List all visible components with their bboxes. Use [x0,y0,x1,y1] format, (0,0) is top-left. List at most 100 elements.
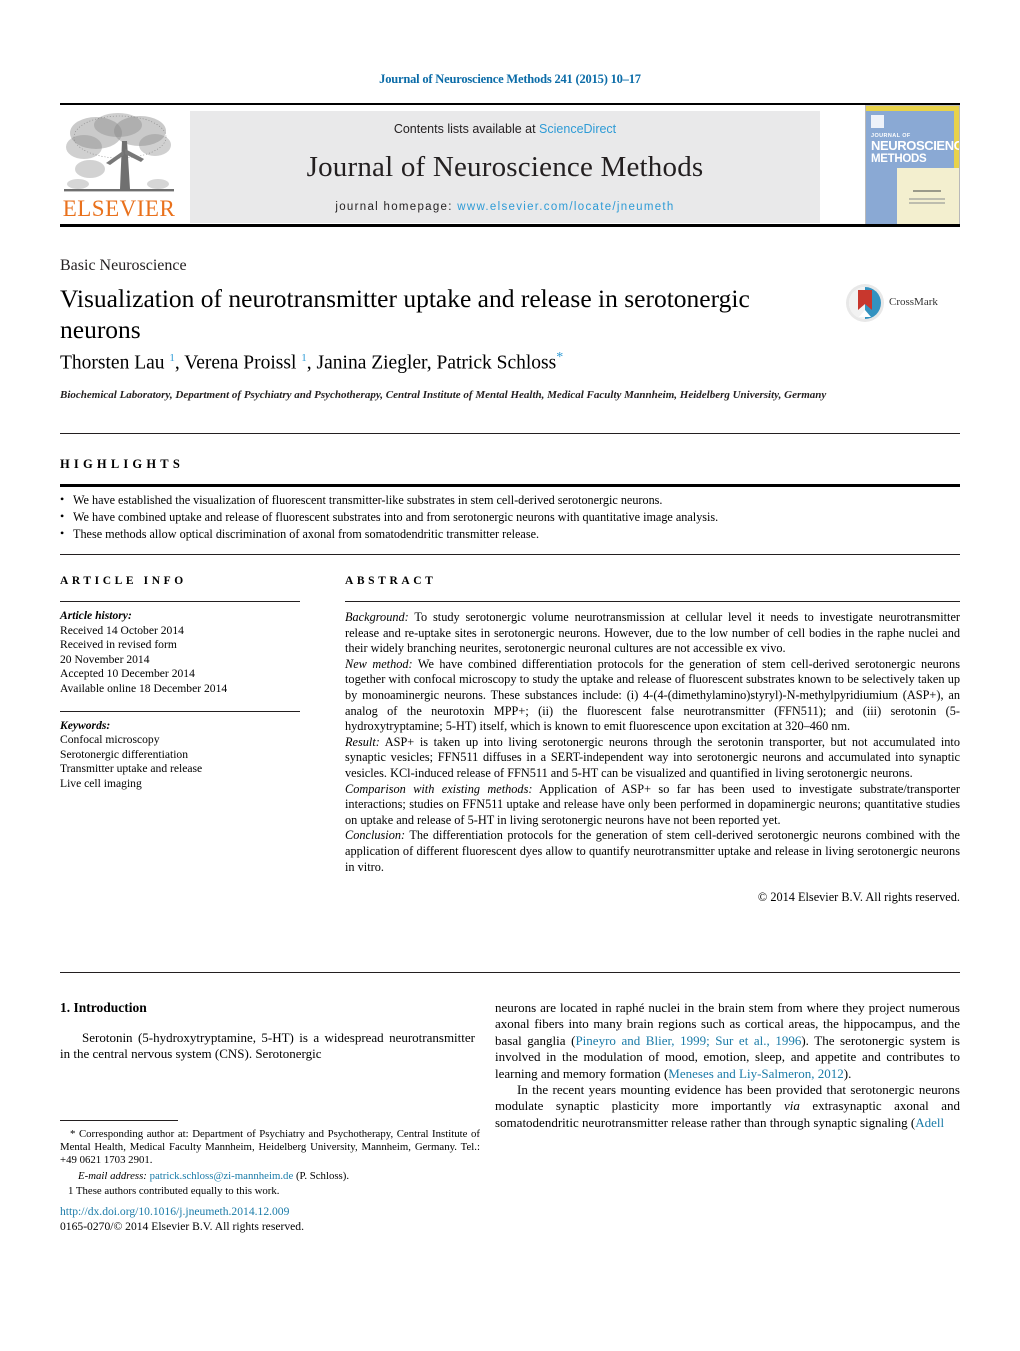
crossmark-icon [846,284,884,322]
contents-available-line: Contents lists available at ScienceDirec… [190,111,820,136]
article-history-block: Article history: Received 14 October 201… [60,609,300,697]
keyword-item: Transmitter uptake and release [60,762,203,776]
cover-line-3: METHODS [871,153,927,165]
issn-copyright: 0165-0270/© 2014 Elsevier B.V. All right… [60,1219,304,1233]
cover-artwork: JOURNAL OF NEUROSCIENCE METHODS [866,106,959,224]
abstract-label-conclusion: Conclusion: [345,828,406,843]
elsevier-wordmark: ELSEVIER [62,196,176,221]
cover-inset-line-2 [909,198,945,200]
footnote-equal-contribution: 1 These authors contributed equally to t… [68,1184,280,1197]
journal-citation-line: Journal of Neuroscience Methods 241 (201… [379,72,641,86]
citation-link[interactable]: Pineyro and Blier, 1999; Sur et al., 199… [575,1033,801,1048]
body-emphasis: via [784,1098,800,1114]
masthead-top-rule [60,103,960,105]
footer-doi-block: http://dx.doi.org/10.1016/j.jneumeth.201… [60,1205,480,1234]
abstract-heading: ABSTRACT [345,575,437,587]
keywords-block: Keywords: Confocal microscopy Serotonerg… [60,719,300,792]
author-list: Thorsten Lau 1, Verena Proissl 1, Janina… [60,350,564,374]
abstract-label-newmethod: New method: [345,656,413,671]
cover-inset-line-3 [909,202,945,204]
journal-masthead: ELSEVIER Contents lists available at Sci… [60,103,960,227]
cover-top-band [866,106,959,111]
homepage-url-link[interactable]: www.elsevier.com/locate/jneumeth [457,201,674,213]
abstract-text-conclusion: The differentiation protocols for the ge… [345,828,960,874]
abstract-column: ABSTRACT Background: To study serotonerg… [345,575,960,906]
body-paragraph: neurons are located in raphé nuclei in t… [495,1000,960,1082]
history-item: Received 14 October 2014 [60,623,184,637]
page-title: Visualization of neurotransmitter uptake… [60,284,750,344]
cover-inset-line-1 [913,190,941,192]
abstract-body: Background: To study serotonergic volume… [345,610,960,906]
abstract-copyright: © 2014 Elsevier B.V. All rights reserved… [757,890,960,905]
section-heading-introduction: 1. Introduction [60,1000,147,1015]
citation-link[interactable]: Meneses and Liy-Salmeron, 2012 [668,1066,843,1081]
article-info-column: ARTICLE INFO Article history: Received 1… [60,575,300,792]
abstract-text-newmethod: We have combined differentiation protoco… [345,656,960,734]
history-item: 20 November 2014 [60,652,150,666]
crossmark-label: CrossMark [889,296,938,308]
journal-cover-thumbnail: JOURNAL OF NEUROSCIENCE METHODS [865,105,960,225]
article-info-heading: ARTICLE INFO [60,575,187,587]
article-info-rule [60,601,300,602]
body-column-left: 1. Introduction Serotonin (5-hydroxytryp… [60,1000,475,1063]
abstract-label-comparison: Comparison with existing methods: [345,781,533,796]
list-item: We have combined uptake and release of f… [60,508,960,526]
footnote-rule [60,1120,178,1121]
journal-homepage-line: journal homepage: www.elsevier.com/locat… [190,201,820,213]
paper-page: Journal of Neuroscience Methods 241 (201… [0,0,1020,1351]
keywords-rule [60,710,300,712]
keyword-item: Serotonergic differentiation [60,747,189,761]
highlights-heading: HIGHLIGHTS [60,457,184,471]
abstract-label-result: Result: [345,734,380,749]
abstract-paragraph-background: Background: To study serotonergic volume… [345,610,960,657]
body-paragraph: Serotonin (5-hydroxytryptamine, 5-HT) is… [60,1030,475,1062]
highlights-list: We have established the visualization of… [60,491,960,543]
citation-link[interactable]: Adell [915,1115,944,1130]
crossmark-badge[interactable]: CrossMark [845,283,960,327]
abstract-text-background: To study serotonergic volume neurotransm… [345,610,960,656]
divider-after-affiliation [60,433,960,434]
history-item: Accepted 10 December 2014 [60,667,195,681]
email-link[interactable]: patrick.schloss@zi-mannheim.de [150,1170,294,1182]
body-column-right: neurons are located in raphé nuclei in t… [495,1000,960,1131]
cover-inset-panel [897,168,959,224]
keyword-item: Live cell imaging [60,776,142,790]
abstract-text-result: ASP+ is taken up into living serotonergi… [345,734,960,780]
abstract-paragraph-conclusion: Conclusion: The differentiation protocol… [345,828,960,875]
footnote-email: E-mail address: patrick.schloss@zi-mannh… [60,1170,480,1183]
abstract-rule [345,601,960,602]
footnotes-block: * Corresponding author at: Department of… [60,1128,480,1198]
highlights-top-rule [60,484,960,487]
masthead-bottom-rule [60,224,960,227]
cover-elsevier-mark-icon [871,115,884,128]
doi-link[interactable]: http://dx.doi.org/10.1016/j.jneumeth.201… [60,1205,480,1220]
elsevier-logo: ELSEVIER [60,111,178,223]
journal-title: Journal of Neuroscience Methods [306,151,704,183]
masthead-center-box: Contents lists available at ScienceDirec… [190,111,820,223]
elsevier-tree-icon [64,113,174,192]
article-history-label: Article history: [60,609,132,622]
contents-prefix: Contents lists available at [393,122,540,136]
email-label: E-mail address: [78,1169,147,1182]
list-item: We have established the visualization of… [60,491,960,509]
highlights-bottom-rule [60,554,960,555]
subject-section-label: Basic Neuroscience [60,257,187,274]
divider-before-body [60,972,960,973]
email-suffix: (P. Schloss). [293,1169,350,1182]
abstract-paragraph-newmethod: New method: We have combined differentia… [345,657,960,735]
history-item: Available online 18 December 2014 [60,681,228,695]
cover-line-2: NEUROSCIENCE [871,138,959,153]
keywords-label: Keywords: [60,718,111,732]
body-text: ). [843,1065,852,1081]
history-item: Received in revised form [60,638,177,652]
abstract-paragraph-result: Result: ASP+ is taken up into living ser… [345,735,960,782]
sciencedirect-link[interactable]: ScienceDirect [539,122,616,136]
affiliation: Biochemical Laboratory, Department of Ps… [60,389,827,401]
homepage-prefix: journal homepage: [335,201,458,213]
footnote-corresponding-author: * Corresponding author at: Department of… [60,1128,480,1167]
list-item: These methods allow optical discriminati… [60,525,960,543]
abstract-label-background: Background: [345,610,409,624]
keyword-item: Confocal microscopy [60,733,160,747]
abstract-paragraph-comparison: Comparison with existing methods: Applic… [345,782,960,829]
body-paragraph: In the recent years mounting evidence ha… [495,1082,960,1131]
